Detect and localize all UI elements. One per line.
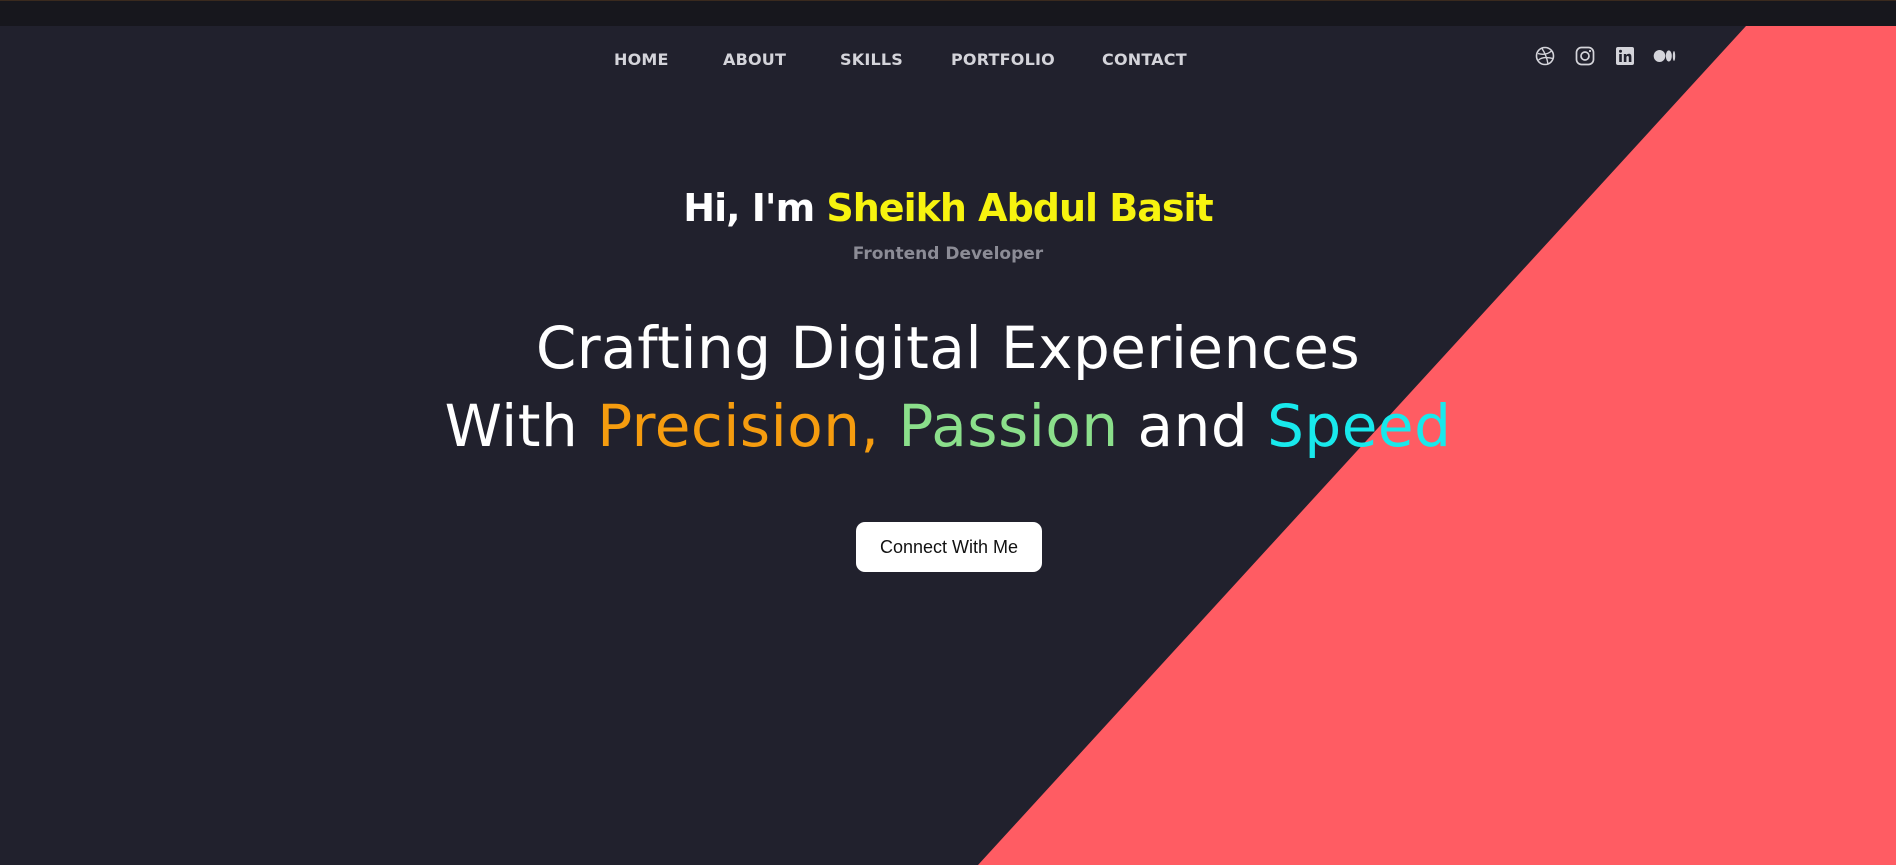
linkedin-icon[interactable] <box>1613 44 1637 68</box>
headline-passion: Passion <box>898 392 1119 460</box>
connect-with-me-button[interactable]: Connect With Me <box>856 522 1042 572</box>
headline-and: and <box>1118 392 1268 460</box>
headline-line-1: Crafting Digital Experiences <box>535 314 1361 382</box>
headline-precision: Precision, <box>597 392 880 460</box>
headline-with: With <box>444 392 598 460</box>
nav-contact-link[interactable]: CONTACT <box>1102 50 1187 69</box>
hero-greeting: Hi, I'm Sheikh Abdul Basit <box>0 186 1896 230</box>
medium-icon[interactable] <box>1653 44 1677 68</box>
nav-home-link[interactable]: HOME <box>614 50 669 69</box>
nav-about-link[interactable]: ABOUT <box>723 50 786 69</box>
dribbble-icon[interactable] <box>1533 44 1557 68</box>
nav-skills-link[interactable]: SKILLS <box>840 50 903 69</box>
greeting-prefix: Hi, I'm <box>683 186 827 230</box>
headline-speed: Speed <box>1267 392 1452 460</box>
developer-name: Sheikh Abdul Basit <box>826 186 1213 230</box>
main-nav: HOME ABOUT SKILLS PORTFOLIO CONTACT <box>0 50 1896 74</box>
browser-top-bar <box>0 0 1896 26</box>
nav-portfolio-link[interactable]: PORTFOLIO <box>951 50 1055 69</box>
headline-line-2: With Precision, Passion and Speed <box>0 392 1896 460</box>
instagram-icon[interactable] <box>1573 44 1597 68</box>
role-subtitle: Frontend Developer <box>852 244 1044 264</box>
